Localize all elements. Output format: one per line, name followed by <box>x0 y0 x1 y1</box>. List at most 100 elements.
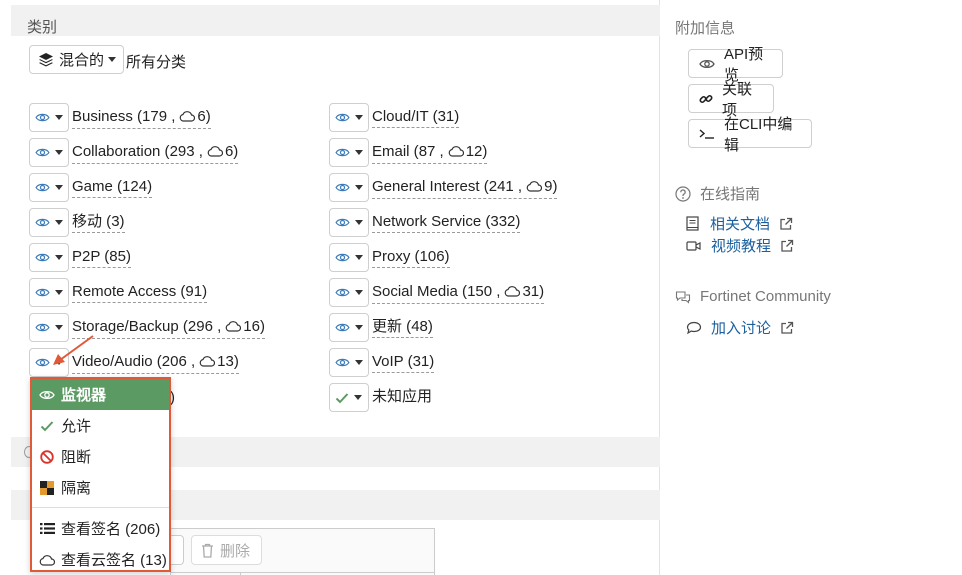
additional-info-title: 附加信息 <box>675 20 736 37</box>
dropdown-item-quarantine[interactable]: 隔离 <box>32 472 169 503</box>
category-label-game[interactable]: Game (124) <box>72 178 153 198</box>
eye-icon <box>35 182 50 193</box>
category-label-storage-backup[interactable]: Storage/Backup (296 , 16) <box>72 318 265 339</box>
category-label-remote-access[interactable]: Remote Access (91) <box>72 283 208 303</box>
category-cloud-count: 6 <box>224 143 234 160</box>
category-label-item[interactable]: 未知应用 <box>372 388 432 407</box>
category-label-general-interest[interactable]: General Interest (241 , 9) <box>372 178 558 199</box>
category-name: P2P <box>72 248 101 265</box>
category-label-collaboration[interactable]: Collaboration (293 , 6) <box>72 143 239 164</box>
category-name: Network Service <box>372 213 482 230</box>
category-action-select[interactable] <box>329 173 369 202</box>
eye-icon <box>335 217 350 228</box>
related-docs-label: 相关文档 <box>710 216 771 233</box>
category-action-select[interactable] <box>329 103 369 132</box>
dropdown-item-label: 允许 <box>61 418 92 435</box>
category-count: 241 <box>488 178 514 195</box>
category-label-p2p[interactable]: P2P (85) <box>72 248 131 268</box>
category-action-select[interactable] <box>329 278 369 307</box>
join-discussion-link[interactable]: 加入讨论 <box>686 317 794 338</box>
category-cloud-count: 16 <box>243 318 260 335</box>
category-count: 124 <box>122 178 148 195</box>
eye-icon <box>35 322 50 333</box>
category-count: 87 <box>418 143 436 160</box>
eye-icon <box>335 182 350 193</box>
category-label-voip[interactable]: VoIP (31) <box>372 353 435 373</box>
chevron-down-icon <box>355 115 363 120</box>
toolbar-button-partial[interactable] <box>170 535 184 565</box>
check-icon <box>335 392 349 404</box>
api-preview-button[interactable]: API预览 <box>688 46 783 84</box>
eye-icon <box>335 252 350 263</box>
eye-icon <box>35 217 50 228</box>
chevron-down-icon <box>55 220 63 225</box>
block-icon <box>39 449 55 465</box>
terminal-icon <box>699 128 715 140</box>
category-name: Game <box>72 178 113 195</box>
mix-action-label: 混合的 <box>59 52 105 69</box>
category-label-item[interactable]: 更新 (48) <box>372 318 433 338</box>
dropdown-item-block[interactable]: 阻断 <box>32 441 169 472</box>
online-guide-title: 在线指南 <box>700 186 761 203</box>
category-label-business[interactable]: Business (179 , 6) <box>72 108 211 129</box>
book-icon <box>686 216 700 231</box>
view-signatures-item[interactable]: 查看签名 (206) <box>32 513 169 544</box>
category-action-select[interactable] <box>329 243 369 272</box>
category-name: General Interest <box>372 178 480 195</box>
category-count: 31 <box>437 108 455 125</box>
external-link-icon <box>780 239 794 253</box>
related-docs-link[interactable]: 相关文档 <box>686 213 793 234</box>
mix-action-dropdown[interactable]: 混合的 <box>29 45 124 74</box>
cloud-icon <box>526 179 543 197</box>
category-count: 206 <box>161 353 187 370</box>
category-name: 移动 <box>72 213 103 230</box>
action-dropdown-menu: 监视器 允许 阻断 隔离 查看签名 (206) 查看云签名 (13) <box>30 377 171 572</box>
category-action-select[interactable] <box>329 138 369 167</box>
external-link-icon <box>779 217 793 231</box>
category-name: 未知应用 <box>372 388 433 405</box>
category-label-proxy[interactable]: Proxy (106) <box>372 248 450 268</box>
category-count: 150 <box>467 283 493 300</box>
category-action-select[interactable] <box>29 208 69 237</box>
eye-icon <box>335 322 350 333</box>
eye-icon <box>35 252 50 263</box>
category-action-select[interactable] <box>329 383 369 412</box>
eye-icon <box>335 147 350 158</box>
trash-icon <box>201 543 214 558</box>
references-button[interactable]: 关联项 <box>688 81 774 119</box>
chevron-down-icon <box>55 115 63 120</box>
category-label-item[interactable]: 移动 (3) <box>72 213 125 233</box>
chevron-down-icon <box>355 325 363 330</box>
chevron-down-icon <box>355 185 363 190</box>
link-icon <box>699 92 713 106</box>
external-link-icon <box>780 321 794 335</box>
category-action-select[interactable] <box>29 103 69 132</box>
category-count: 293 <box>169 143 195 160</box>
category-action-select[interactable] <box>329 348 369 377</box>
edit-in-cli-button[interactable]: 在CLI中编辑 <box>688 116 812 154</box>
dropdown-item-monitor[interactable]: 监视器 <box>32 379 169 410</box>
category-action-select[interactable] <box>29 243 69 272</box>
chevron-down-icon <box>108 57 117 62</box>
category-action-select[interactable] <box>329 313 369 342</box>
category-action-select[interactable] <box>29 278 69 307</box>
category-label-cloud-it[interactable]: Cloud/IT (31) <box>372 108 460 128</box>
chevron-down-icon <box>355 360 363 365</box>
category-label-social-media[interactable]: Social Media (150 , 31) <box>372 283 545 304</box>
dropdown-item-allow[interactable]: 允许 <box>32 410 169 441</box>
category-section-header: 类别 <box>11 5 660 36</box>
annotation-arrow <box>53 335 94 365</box>
category-label-network-service[interactable]: Network Service (332) <box>372 213 521 233</box>
video-tutorial-link[interactable]: 视频教程 <box>686 235 794 256</box>
view-cloud-signatures-item[interactable]: 查看云签名 (13) <box>32 544 169 575</box>
category-name: Email <box>372 143 410 160</box>
category-action-select[interactable] <box>29 138 69 167</box>
category-label-email[interactable]: Email (87 , 12) <box>372 143 488 164</box>
eye-icon <box>35 147 50 158</box>
category-count: 296 <box>187 318 213 335</box>
category-action-select[interactable] <box>29 173 69 202</box>
delete-button[interactable]: 删除 <box>191 535 262 565</box>
eye-icon <box>39 387 55 403</box>
category-action-select[interactable] <box>329 208 369 237</box>
quarantine-icon <box>39 480 55 496</box>
